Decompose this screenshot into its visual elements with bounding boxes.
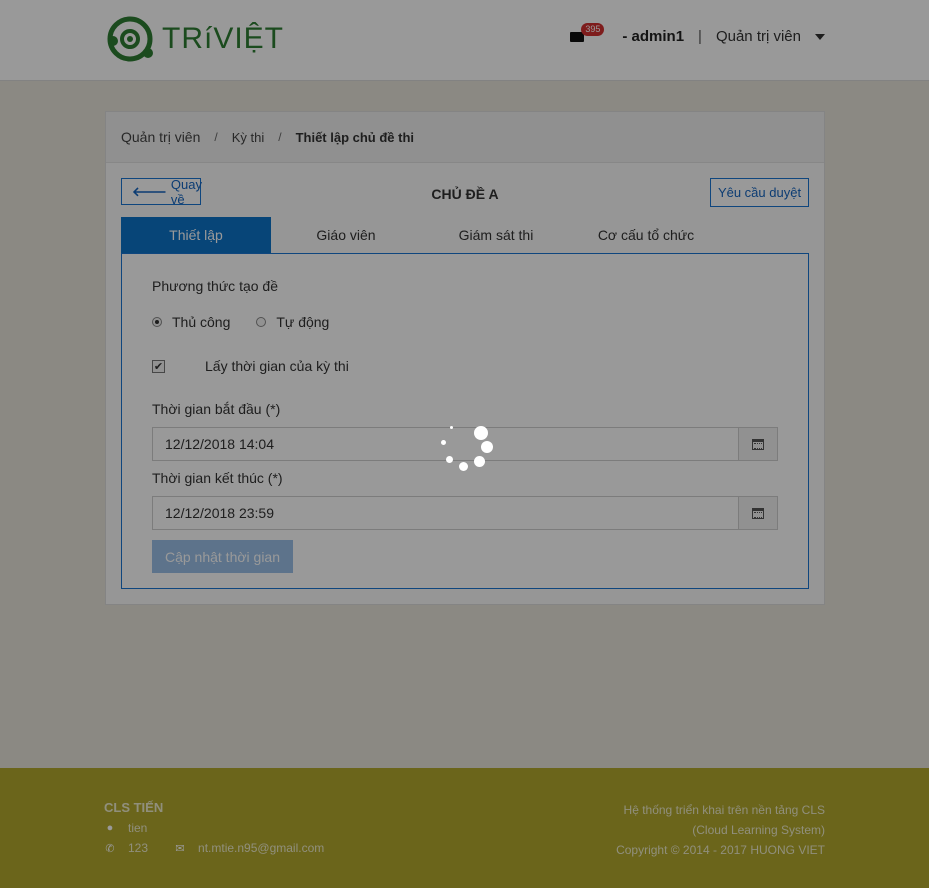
loading-overlay — [0, 0, 929, 888]
loading-spinner-icon — [440, 424, 496, 474]
